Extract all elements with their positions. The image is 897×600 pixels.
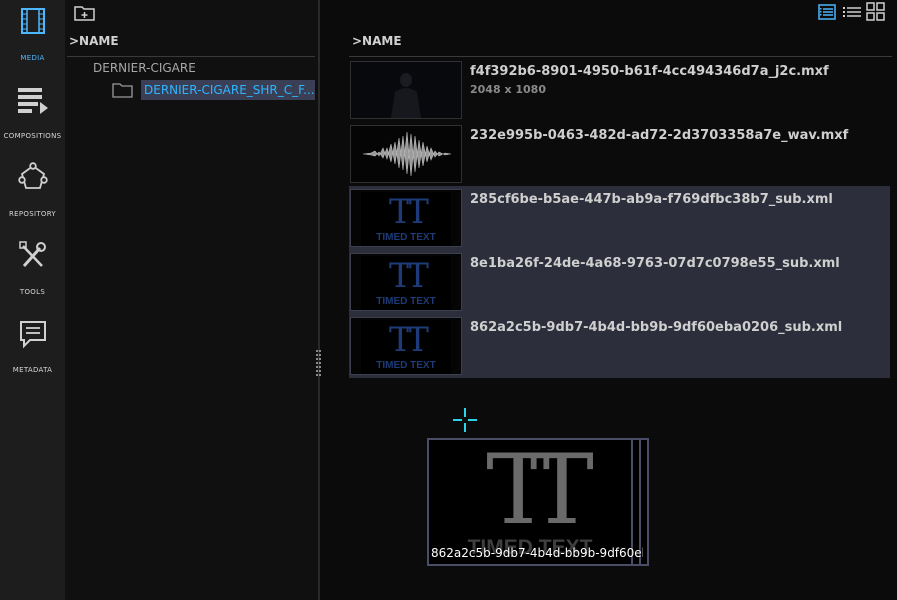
- detail-list-view-button[interactable]: [817, 3, 837, 21]
- film-icon: [20, 8, 45, 34]
- waveform-icon: [351, 126, 461, 182]
- list-item[interactable]: TT TIMED TEXT 862a2c5b-9db7-4b4d-bb9b-9d…: [349, 314, 890, 378]
- timed-text-thumbnail: TT TIMED TEXT: [350, 189, 462, 247]
- new-folder-button[interactable]: [74, 4, 96, 22]
- sidebar-item-media[interactable]: MEDIA: [0, 0, 65, 78]
- file-dimensions: 2048 x 1080: [470, 83, 546, 96]
- grid-icon: [866, 2, 885, 21]
- timed-text-caption: TIMED TEXT: [376, 232, 436, 243]
- timed-text-thumbnail: TT TIMED TEXT: [350, 317, 462, 375]
- file-name: f4f392b6-8901-4950-b61f-4cc494346d7a_j2c…: [470, 64, 829, 79]
- detail-list-icon: [818, 4, 836, 20]
- file-name: 8e1ba26f-24de-4a68-9763-07d7c0798e55_sub…: [470, 256, 840, 271]
- sidebar-item-label: MEDIA: [20, 54, 45, 62]
- timed-text-icon: TT: [486, 438, 594, 546]
- file-name: 285cf6be-b5ae-447b-ab9a-f769dfbc38b7_sub…: [470, 192, 833, 207]
- crosshair-cursor-icon: [453, 408, 477, 432]
- tree-item-selected-folder[interactable]: DERNIER-CIGARE_SHR_C_F...: [112, 80, 315, 100]
- media-name-column-header[interactable]: >NAME: [352, 34, 402, 48]
- list-view-button[interactable]: [842, 3, 862, 21]
- metadata-icon: [19, 321, 46, 349]
- list-item[interactable]: f4f392b6-8901-4950-b61f-4cc494346d7a_j2c…: [349, 58, 890, 122]
- folder-icon: [112, 83, 133, 98]
- timed-text-icon: TT: [389, 192, 429, 232]
- list-item[interactable]: 232e995b-0463-482d-ad72-2d3703358a7e_wav…: [349, 122, 890, 186]
- sidebar-item-label: REPOSITORY: [8, 210, 56, 218]
- sidebar-item-tools[interactable]: TOOLS: [0, 234, 65, 312]
- tree-item-root[interactable]: DERNIER-CIGARE: [93, 61, 196, 75]
- list-icon: [843, 7, 861, 17]
- splitter-grip[interactable]: [316, 350, 322, 378]
- folder-name-column-header[interactable]: >NAME: [69, 34, 119, 48]
- header-divider: [67, 56, 315, 57]
- file-name: 862a2c5b-9db7-4b4d-bb9b-9df60eba0206_sub…: [470, 320, 843, 335]
- repository-icon: [17, 162, 48, 189]
- list-item[interactable]: TT TIMED TEXT 285cf6be-b5ae-447b-ab9a-f7…: [349, 186, 890, 250]
- new-folder-icon: [74, 6, 95, 21]
- grid-view-button[interactable]: [866, 2, 886, 21]
- sidebar-item-label: METADATA: [12, 366, 53, 374]
- sidebar-item-label: TOOLS: [19, 288, 46, 296]
- timed-text-caption: TIMED TEXT: [376, 296, 436, 307]
- timed-text-icon: TT: [389, 320, 429, 360]
- video-thumbnail: [350, 61, 462, 119]
- waveform-thumbnail: [350, 125, 462, 183]
- header-divider: [349, 56, 892, 57]
- sidebar-item-label: COMPOSITIONS: [3, 132, 62, 140]
- timed-text-thumbnail: TT TIMED TEXT: [350, 253, 462, 311]
- sidebar-item-compositions[interactable]: COMPOSITIONS: [0, 78, 65, 156]
- sidebar-item-metadata[interactable]: METADATA: [0, 312, 65, 390]
- compositions-icon: [17, 88, 48, 114]
- list-item[interactable]: TT TIMED TEXT 8e1ba26f-24de-4a68-9763-07…: [349, 250, 890, 314]
- timed-text-icon: TT: [389, 256, 429, 296]
- pane-splitter[interactable]: [318, 0, 320, 600]
- tools-icon: [18, 241, 46, 267]
- sidebar-item-repository[interactable]: REPOSITORY: [0, 156, 65, 234]
- tree-item-label: DERNIER-CIGARE_SHR_C_F...: [141, 80, 315, 100]
- file-name: 232e995b-0463-482d-ad72-2d3703358a7e_wav…: [470, 128, 849, 143]
- timed-text-caption: TIMED TEXT: [376, 360, 436, 371]
- drag-ghost-file-name: 862a2c5b-9db7-4b4d-bb9b-9df60eba0206_sub…: [431, 546, 643, 560]
- sidebar: MEDIA COMPOSITIONS REPOSITORY TOOLS META…: [0, 0, 65, 600]
- drag-ghost: TT TIMED TEXT 862a2c5b-9db7-4b4d-bb9b-9d…: [427, 438, 649, 566]
